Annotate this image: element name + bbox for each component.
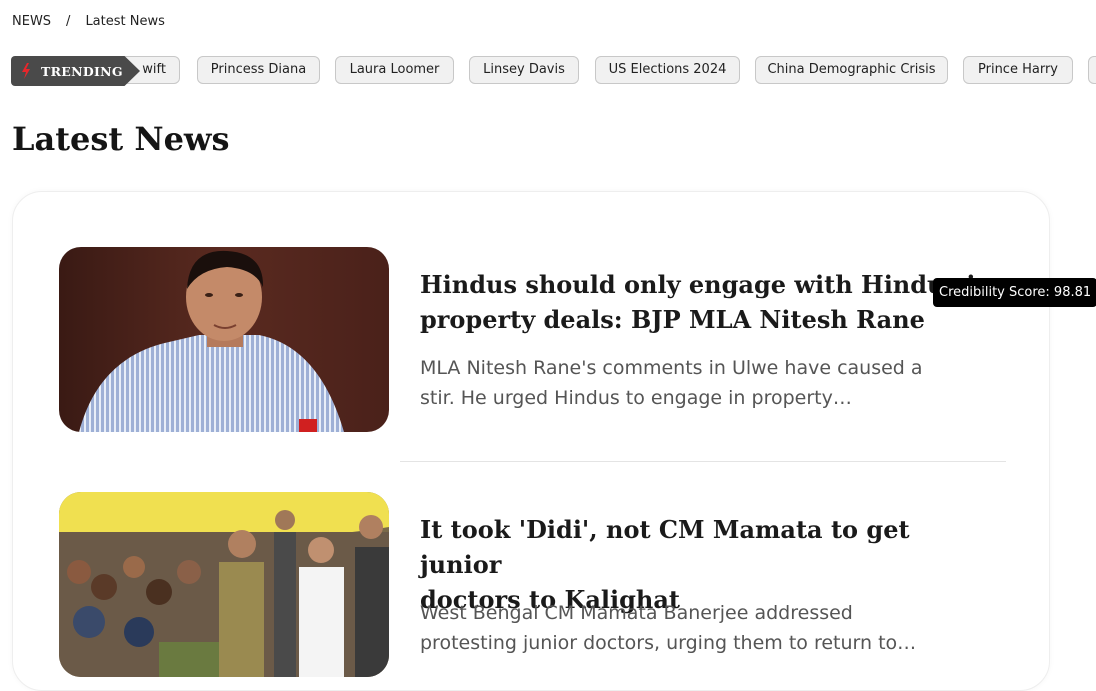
headline-line: property deals: BJP MLA Nitesh Rane [420,305,925,334]
page-title: Latest News [12,120,230,158]
article-thumbnail[interactable] [59,492,389,677]
man-in-striped-shirt-photo [59,247,389,432]
news-list-card: Hindus should only engage with Hindus i … [12,191,1050,691]
trending-badge: TRENDING [11,56,140,86]
breadcrumb-current: Latest News [85,14,165,29]
trending-chip[interactable]: US Elections 2024 [595,56,740,84]
article-summary: MLA Nitesh Rane's comments in Ulwe have … [420,353,980,413]
headline-line: Hindus should only engage with Hindus i [420,270,976,299]
lightning-bolt-icon [22,63,30,79]
trending-label: TRENDING [41,63,123,79]
trending-chip[interactable]: Laura Loomer [335,56,454,84]
breadcrumb-news-link[interactable]: NEWS [12,14,51,29]
credibility-score-tooltip: Credibility Score: 98.81 [933,278,1096,307]
trending-chip[interactable]: China Demographic Crisis [755,56,948,84]
trending-chip[interactable]: Princess Diana [197,56,320,84]
breadcrumb-separator: / [66,14,71,29]
article-divider [400,461,1006,462]
headline-line: It took 'Didi', not CM Mamata to get jun… [420,515,910,579]
crowd-protest-photo [59,492,389,677]
trending-chip[interactable]: Linsey Davis [469,56,579,84]
summary-line: protesting junior doctors, urging them t… [420,632,917,654]
trending-bar: TRENDING wift Princess Diana Laura Loome… [0,56,1096,86]
trending-chip[interactable] [1088,56,1096,84]
summary-line: West Bengal CM Mamata Banerjee addressed [420,602,853,624]
article-summary: West Bengal CM Mamata Banerjee addressed… [420,598,980,658]
article-headline[interactable]: Hindus should only engage with Hindus i … [420,267,980,337]
article-thumbnail[interactable] [59,247,389,432]
summary-line: MLA Nitesh Rane's comments in Ulwe have … [420,357,923,379]
summary-line: stir. He urged Hindus to engage in prope… [420,387,852,409]
trending-chip[interactable]: Prince Harry [963,56,1073,84]
breadcrumb: NEWS / Latest News [12,14,165,29]
